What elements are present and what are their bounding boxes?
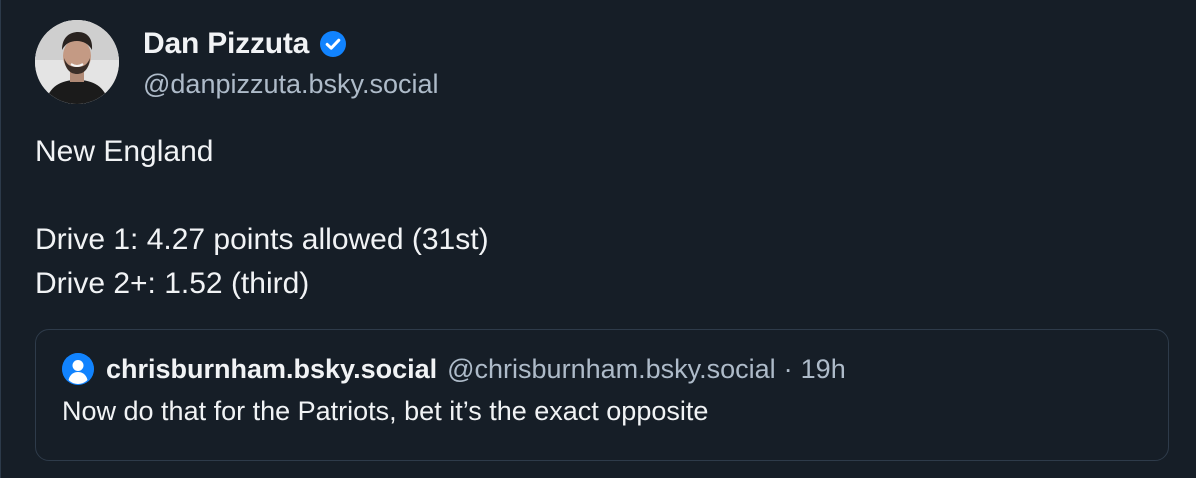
author-avatar[interactable] — [35, 20, 119, 104]
quoted-author-name[interactable]: chrisburnham.bsky.social — [106, 354, 437, 385]
post-header: Dan Pizzuta @danpizzuta.bsky.social — [35, 20, 1170, 104]
verified-check-icon[interactable] — [319, 30, 347, 58]
author-info: Dan Pizzuta @danpizzuta.bsky.social — [143, 23, 439, 100]
quoted-separator: · — [783, 353, 793, 384]
author-display-name[interactable]: Dan Pizzuta — [143, 27, 309, 61]
quoted-timestamp[interactable]: 19h — [801, 354, 846, 385]
author-handle[interactable]: @danpizzuta.bsky.social — [143, 69, 439, 100]
quoted-post-header: chrisburnham.bsky.social @chrisburnham.b… — [62, 352, 1142, 386]
post-text-line: New England — [35, 135, 214, 168]
post-text-line — [35, 174, 1170, 218]
quoted-post[interactable]: chrisburnham.bsky.social @chrisburnham.b… — [35, 329, 1169, 461]
post-text-line: Drive 2+: 1.52 (third) — [35, 267, 310, 300]
post-text: New England Drive 1: 4.27 points allowed… — [35, 130, 1170, 306]
quoted-post-text: Now do that for the Patriots, bet it’s t… — [62, 396, 709, 426]
quoted-author-handle[interactable]: @chrisburnham.bsky.social — [447, 354, 776, 385]
author-name-row: Dan Pizzuta — [143, 23, 439, 65]
post-card[interactable]: Dan Pizzuta @danpizzuta.bsky.social New … — [0, 0, 1196, 478]
post-text-line: Drive 1: 4.27 points allowed (31st) — [35, 223, 489, 256]
default-user-avatar-icon[interactable] — [62, 353, 94, 385]
